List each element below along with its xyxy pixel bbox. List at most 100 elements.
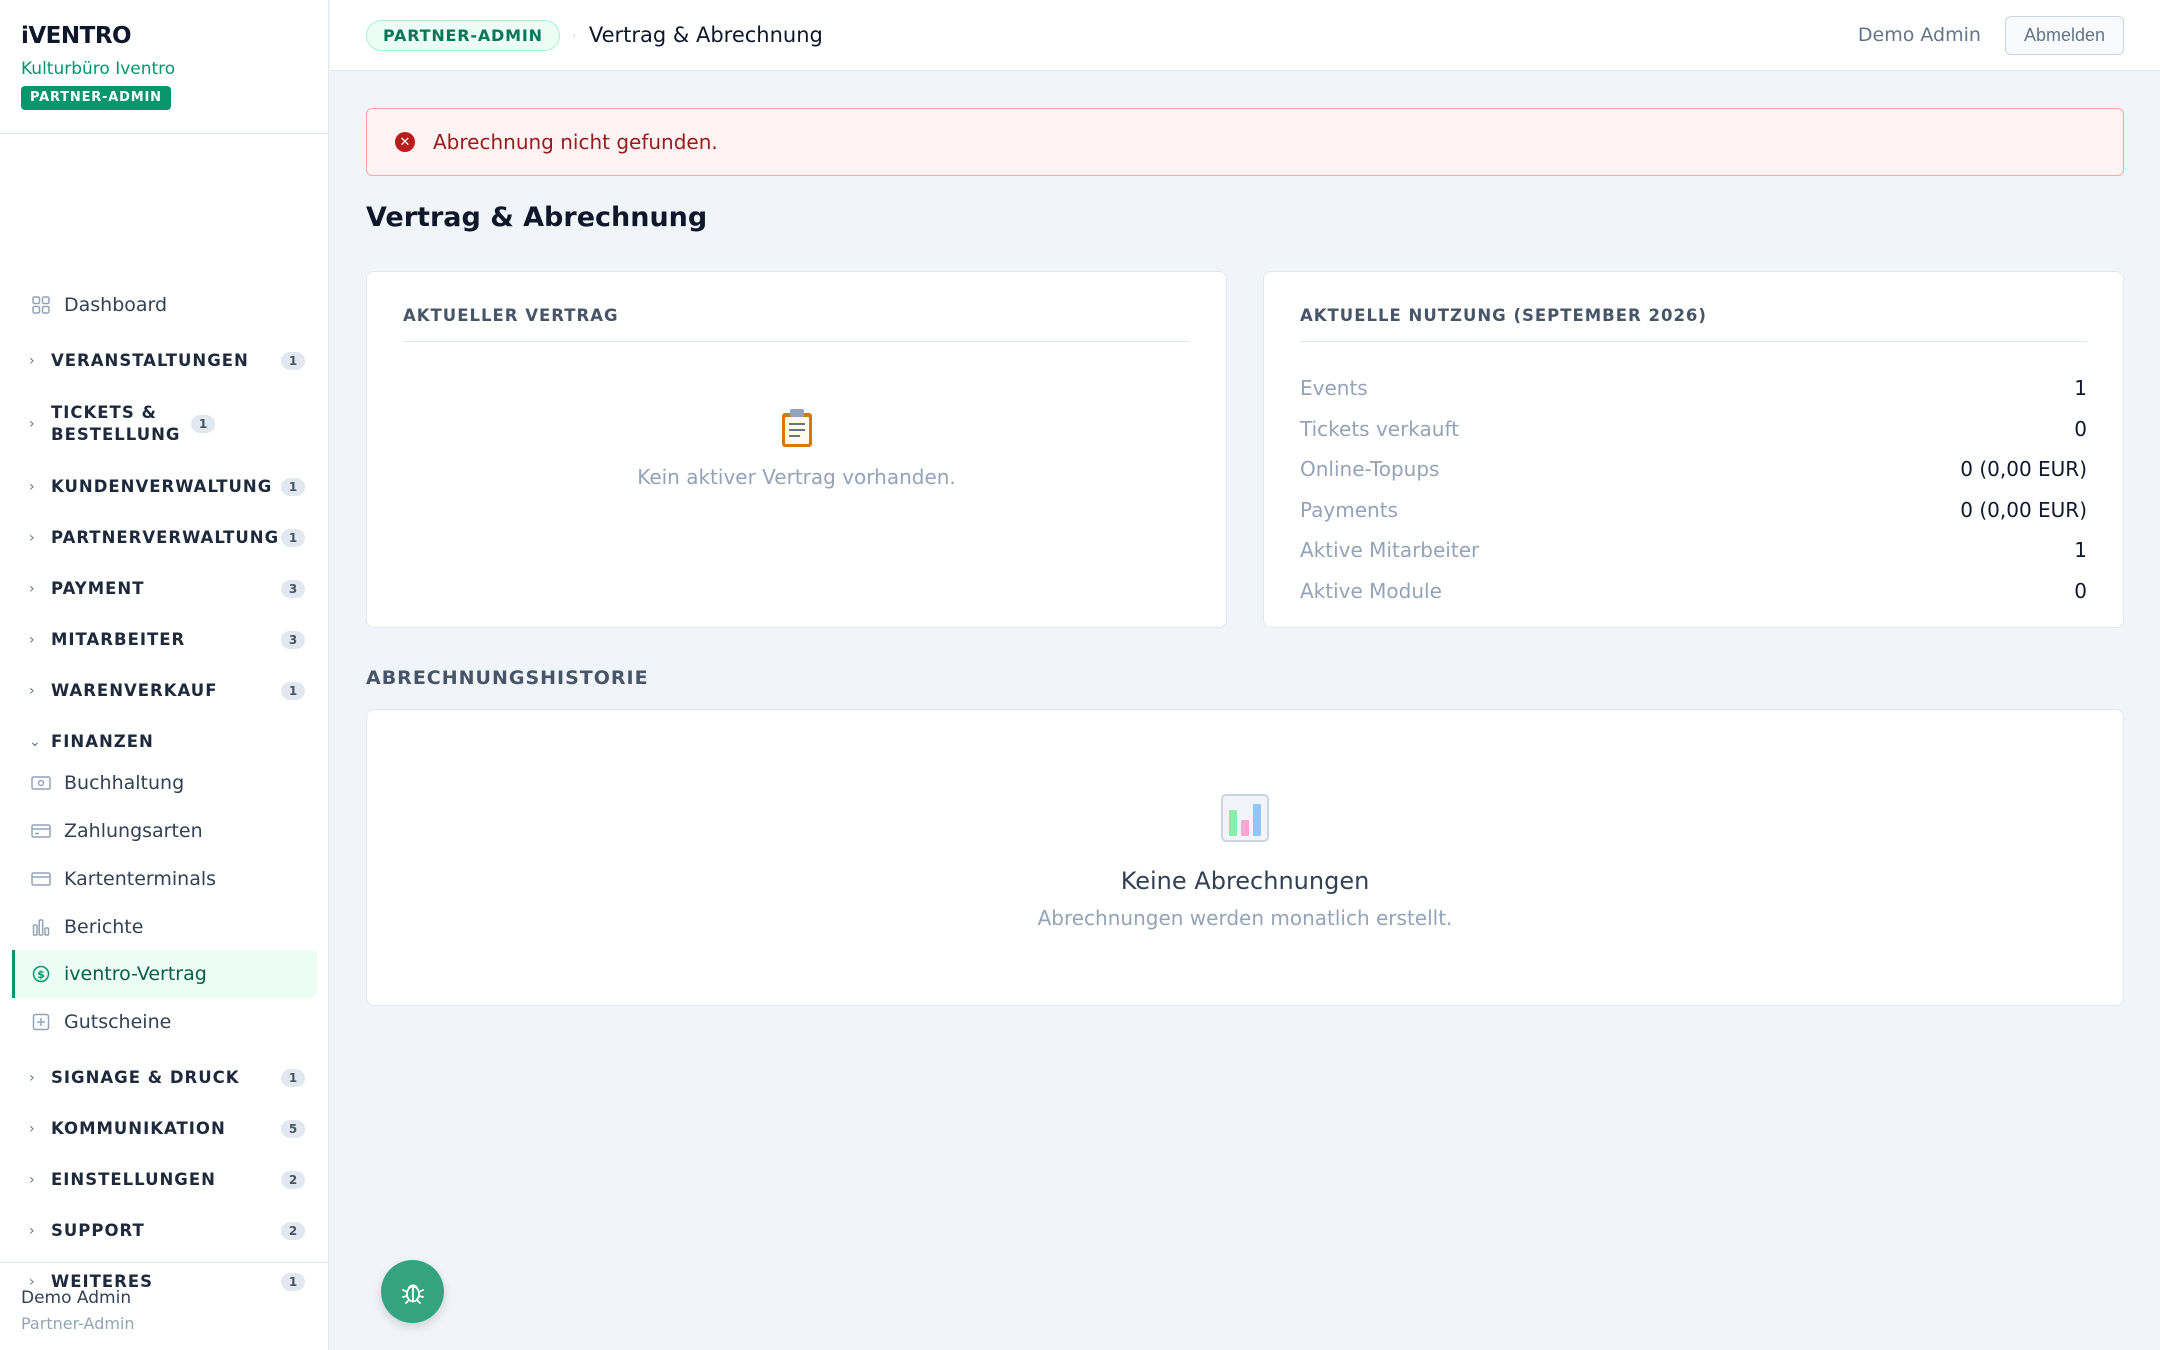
usage-row-payments: Payments 0 (0,00 EUR) <box>1300 490 2087 531</box>
sidebar-group-einstellungen[interactable]: › EINSTELLUNGEN 2 <box>12 1156 317 1204</box>
usage-label: Online-Topups <box>1300 457 1440 482</box>
breadcrumb-separator: · <box>571 25 577 45</box>
chevron-right-icon: › <box>29 1121 36 1137</box>
usage-row-online-topups: Online-Topups 0 (0,00 EUR) <box>1300 449 2087 490</box>
history-empty-text: Abrechnungen werden monatlich erstellt. <box>1037 906 1453 930</box>
usage-value: 0 <box>2074 416 2087 441</box>
sidebar-item-gutscheine[interactable]: Gutscheine <box>12 998 317 1046</box>
history-card: Keine Abrechnungen Abrechnungen werden m… <box>366 709 2124 1006</box>
sidebar-group-veranstaltungen[interactable]: › VERANSTALTUNGEN 1 <box>12 337 317 385</box>
sidebar-group-label: MITARBEITER <box>51 630 186 649</box>
usage-row-events: Events 1 <box>1300 368 2087 409</box>
usage-value: 0 (0,00 EUR) <box>1960 457 2087 482</box>
grid-icon <box>31 295 51 315</box>
usage-value: 0 <box>2074 578 2087 603</box>
alert-message: Abrechnung nicht gefunden. <box>433 130 718 154</box>
error-alert: ✕ Abrechnung nicht gefunden. <box>366 108 2124 176</box>
chevron-down-icon: ⌄ <box>29 734 42 750</box>
clipboard-icon <box>367 408 1226 457</box>
sidebar-group-payment[interactable]: › PAYMENT 3 <box>12 565 317 613</box>
count-badge: 1 <box>281 529 305 547</box>
sidebar-user-footer: Demo Admin Partner-Admin <box>0 1262 329 1350</box>
usage-value: 0 (0,00 EUR) <box>1960 497 2087 522</box>
sidebar-group-label: KUNDENVERWALTUNG <box>51 477 273 496</box>
sidebar-group-label: FINANZEN <box>51 732 154 751</box>
history-section-title: ABRECHNUNGSHISTORIE <box>366 667 649 689</box>
sidebar-group-mitarbeiter[interactable]: › MITARBEITER 3 <box>12 616 317 664</box>
chevron-right-icon: › <box>29 632 36 648</box>
count-badge: 1 <box>281 682 305 700</box>
history-empty-title: Keine Abrechnungen <box>1120 867 1370 895</box>
usage-card-heading: AKTUELLE NUTZUNG (SEPTEMBER 2026) <box>1300 306 2087 342</box>
sidebar-item-label: Kartenterminals <box>64 868 217 890</box>
count-badge: 1 <box>281 352 305 370</box>
chevron-right-icon: › <box>29 1172 36 1188</box>
sidebar-item-zahlungsarten[interactable]: Zahlungsarten <box>12 807 317 855</box>
sidebar-group-label: PARTNERVERWALTUNG <box>51 528 280 547</box>
brand-block: iVENTRO Kulturbüro Iventro PARTNER-ADMIN <box>0 0 328 134</box>
count-badge: 1 <box>191 415 215 433</box>
card-terminal-icon <box>31 869 51 889</box>
gift-icon <box>31 1012 51 1032</box>
sidebar-item-label: Zahlungsarten <box>64 820 203 842</box>
count-badge: 3 <box>281 631 305 649</box>
usage-label: Payments <box>1300 497 1398 522</box>
error-circle-icon: ✕ <box>395 132 415 152</box>
chevron-right-icon: › <box>29 353 36 369</box>
sidebar-group-label: SUPPORT <box>51 1221 145 1240</box>
contract-card-heading: AKTUELLER VERTRAG <box>403 306 1190 342</box>
sidebar-group-signage-druck[interactable]: › SIGNAGE & DRUCK 1 <box>12 1054 317 1102</box>
sidebar-group-kundenverwaltung[interactable]: › KUNDENVERWALTUNG 1 <box>12 463 317 511</box>
sidebar-group-support[interactable]: › SUPPORT 2 <box>12 1207 317 1255</box>
sidebar-item-label: Gutscheine <box>64 1011 172 1033</box>
credit-card-icon <box>31 821 51 841</box>
sidebar-item-berichte[interactable]: Berichte <box>12 903 317 951</box>
sidebar-item-iventro-vertrag[interactable]: $ iventro-Vertrag <box>12 950 317 998</box>
chevron-right-icon: › <box>29 581 36 597</box>
chevron-right-icon: › <box>29 530 36 546</box>
usage-label: Aktive Mitarbeiter <box>1300 538 1480 563</box>
sidebar-group-label: TICKETS & BESTELLUNG <box>51 403 181 444</box>
sidebar-group-kommunikation[interactable]: › KOMMUNIKATION 5 <box>12 1105 317 1153</box>
sidebar-group-label: VERANSTALTUNGEN <box>51 351 249 370</box>
sidebar-group-tickets-bestellung[interactable]: › TICKETS & BESTELLUNG 1 <box>12 394 317 454</box>
logout-button[interactable]: Abmelden <box>2004 15 2124 55</box>
contract-empty-text: Kein aktiver Vertrag vorhanden. <box>637 465 956 489</box>
footer-user-role: Partner-Admin <box>21 1314 135 1333</box>
bug-icon <box>400 1279 426 1305</box>
sidebar-group-label: SIGNAGE & DRUCK <box>51 1068 240 1087</box>
bug-report-button[interactable] <box>381 1260 444 1323</box>
brand-logo[interactable]: iVENTRO <box>21 22 307 50</box>
sidebar-group-warenverkauf[interactable]: › WARENVERKAUF 1 <box>12 667 317 715</box>
svg-text:$: $ <box>37 968 45 981</box>
count-badge: 1 <box>281 1069 305 1087</box>
dollar-circle-icon: $ <box>31 964 51 984</box>
sidebar-item-buchhaltung[interactable]: Buchhaltung <box>12 759 317 807</box>
cash-icon <box>31 773 51 793</box>
sidebar-group-partnerverwaltung[interactable]: › PARTNERVERWALTUNG 1 <box>12 514 317 562</box>
chevron-right-icon: › <box>29 479 36 495</box>
sidebar-group-label: KOMMUNIKATION <box>51 1119 226 1138</box>
count-badge: 3 <box>281 580 305 598</box>
sidebar-item-label: Dashboard <box>64 294 168 316</box>
chevron-right-icon: › <box>29 1070 36 1086</box>
sidebar-item-dashboard[interactable]: Dashboard <box>12 281 317 329</box>
count-badge: 2 <box>281 1171 305 1189</box>
chevron-right-icon: › <box>29 683 36 699</box>
usage-row-tickets: Tickets verkauft 0 <box>1300 409 2087 450</box>
page-title: Vertrag & Abrechnung <box>366 202 708 233</box>
sidebar-item-label: Berichte <box>64 916 144 938</box>
usage-list: Events 1 Tickets verkauft 0 Online-Topup… <box>1300 368 2087 611</box>
bar-chart-icon <box>31 917 51 937</box>
sidebar-item-kartenterminals[interactable]: Kartenterminals <box>12 855 317 903</box>
sidebar-item-label: Buchhaltung <box>64 772 185 794</box>
topbar-user-name: Demo Admin <box>1857 24 1981 46</box>
footer-user-name: Demo Admin <box>21 1288 132 1308</box>
usage-value: 1 <box>2074 538 2087 563</box>
usage-row-aktive-module: Aktive Module 0 <box>1300 571 2087 612</box>
sidebar-group-label: EINSTELLUNGEN <box>51 1170 216 1189</box>
sidebar-item-label: iventro-Vertrag <box>64 963 207 985</box>
usage-value: 1 <box>2074 376 2087 401</box>
usage-label: Events <box>1300 376 1368 401</box>
usage-label: Aktive Module <box>1300 578 1442 603</box>
